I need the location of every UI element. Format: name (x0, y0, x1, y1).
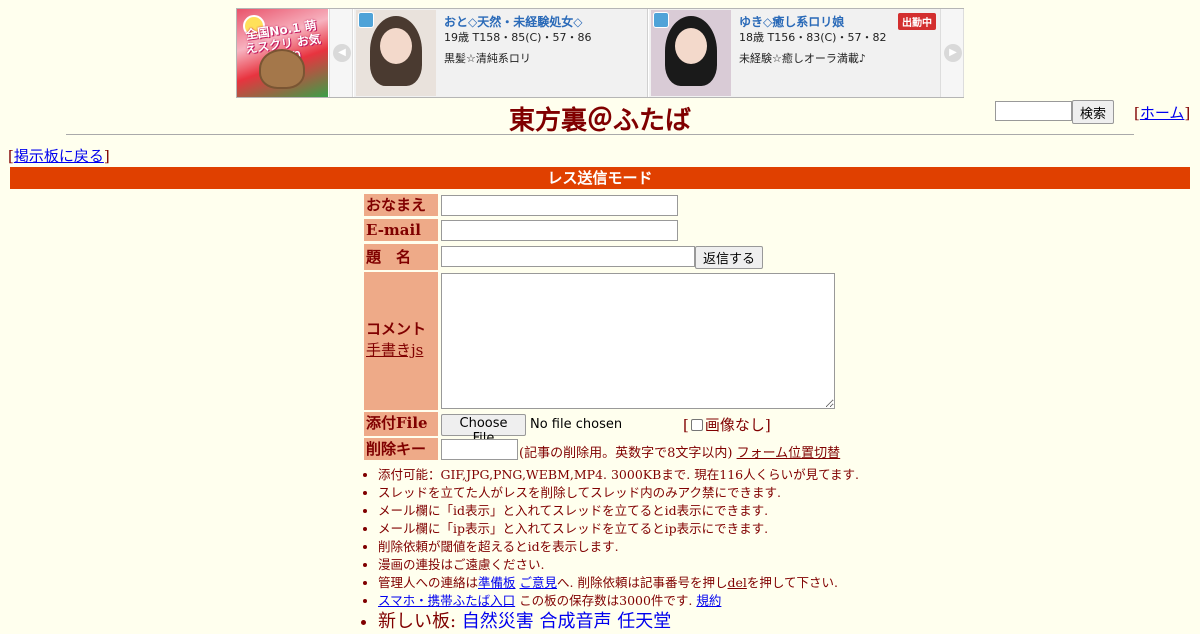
del-link[interactable]: del (727, 575, 746, 590)
comment-label: コメント (366, 320, 427, 338)
note-text: この板の保存数は3000件です. (515, 593, 697, 608)
form-position-toggle-link[interactable]: フォーム位置切替 (737, 446, 841, 461)
home-link[interactable]: ホーム (1140, 104, 1185, 122)
list-item: メール欄に「ip表示」と入れてスレッドを立てるとip表示にできます. (378, 520, 859, 538)
ad-card[interactable]: ゆき◇癒し系ロリ娘 出勤中 18歳 T156・83(C)・57・82 未経験☆癒… (649, 9, 943, 97)
list-item: メール欄に「id表示」と入れてスレッドを立てるとid表示にできます. (378, 502, 859, 520)
comment-textarea[interactable] (441, 273, 835, 409)
list-item: スマホ・携帯ふたば入口 この板の保存数は3000件です. 規約 (378, 592, 859, 610)
handwrite-js-link[interactable]: 手書きjs (366, 341, 423, 359)
list-item: 漫画の連投はご遠慮ください. (378, 556, 859, 574)
banner-prev-button[interactable]: ◀ (329, 9, 353, 97)
ad-banner[interactable]: 全国No.1 萌えスクリ お気に入り ◀ おと◇天然・未経験処女◇ 19歳 T1… (236, 8, 964, 98)
list-item: 添付可能：GIF,JPG,PNG,WEBM,MP4. 3000KBまで. 現在1… (378, 466, 859, 484)
no-image-checkbox[interactable] (690, 419, 703, 431)
board-link-nintendo[interactable]: 任天堂 (617, 611, 671, 632)
search-input[interactable] (995, 101, 1072, 121)
comment-label-cell: コメント 手書きjs (364, 272, 438, 410)
teddy-bear-icon (259, 49, 305, 89)
subject-field[interactable] (441, 246, 695, 267)
list-item: スレッドを立てた人がレスを削除してスレッド内のみアク禁にできます. (378, 484, 859, 502)
delete-key-field[interactable] (441, 439, 518, 460)
feedback-link[interactable]: ご意見 (520, 575, 558, 590)
file-label: 添付File (364, 412, 438, 436)
divider (66, 134, 1134, 135)
name-label: おなまえ (364, 194, 438, 216)
no-image-label[interactable]: 画像なし] (705, 416, 771, 434)
board-link-disaster[interactable]: 自然災害 (462, 611, 534, 632)
ad-stats: 19歳 T158・85(C)・57・86 (444, 31, 592, 44)
bracket-close: ] (103, 147, 110, 165)
prep-board-link[interactable]: 準備板 (478, 575, 516, 590)
list-item: 削除依頼が閾値を超えるとidを表示します. (378, 538, 859, 556)
note-text: へ. 削除依頼は記事番号を押し (557, 575, 728, 590)
email-label: E-mail (364, 219, 438, 241)
home-link-group: [ホーム] (1134, 102, 1190, 123)
ad-photo[interactable] (651, 10, 731, 96)
subject-label: 題 名 (364, 244, 438, 270)
corner-icon (653, 12, 669, 28)
email-field[interactable] (441, 220, 678, 241)
reply-mode-banner: レス送信モード (10, 167, 1190, 189)
face-shape (675, 28, 707, 64)
name-field[interactable] (441, 195, 678, 216)
face-shape (380, 28, 412, 64)
corner-icon (358, 12, 374, 28)
mobile-entrance-link[interactable]: スマホ・携帯ふたば入口 (378, 593, 515, 608)
banner-next-button[interactable]: ▶ (940, 9, 964, 97)
posting-rules-list: 添付可能：GIF,JPG,PNG,WEBM,MP4. 3000KBまで. 現在1… (360, 466, 859, 632)
choose-file-button[interactable]: Choose File (441, 414, 526, 446)
terms-link[interactable]: 規約 (696, 593, 721, 608)
chevron-right-icon: ▶ (944, 44, 962, 62)
status-badge: 出勤中 (898, 13, 936, 30)
ad-desc: 黒髪☆清純系ロリ (444, 52, 531, 65)
note-text: 管理人への連絡は (378, 575, 479, 590)
back-link-group: [掲示板に戻る] (8, 145, 110, 166)
ad-photo[interactable] (356, 10, 436, 96)
list-item: 管理人への連絡は準備板 ご意見へ. 削除依頼は記事番号を押しdelを押して下さい… (378, 574, 859, 592)
note-text: 新しい板: (378, 611, 462, 632)
ad-name[interactable]: ゆき◇癒し系ロリ娘 (739, 13, 844, 30)
no-image-option: [ 画像なし] (683, 414, 771, 435)
ad-stats: 18歳 T156・83(C)・57・82 (739, 31, 887, 44)
delete-key-note: (記事の削除用。英数字で8文字以内) (519, 446, 733, 461)
delete-key-label: 削除キー (364, 438, 438, 460)
board-link-synth-voice[interactable]: 合成音声 (540, 611, 612, 632)
back-to-board-link[interactable]: 掲示板に戻る (14, 147, 104, 165)
ad-desc: 未経験☆癒しオーラ満載♪ (739, 52, 866, 65)
note-text: を押して下さい. (746, 575, 838, 590)
list-item: 新しい板: 自然災害 合成音声 任天堂 (378, 610, 859, 632)
submit-reply-button[interactable]: 返信する (695, 246, 763, 269)
bracket-open: [ (683, 416, 689, 434)
file-status: No file chosen (530, 417, 623, 432)
chevron-left-icon: ◀ (333, 44, 351, 62)
bracket-close: ] (1184, 104, 1191, 122)
ad-card[interactable]: おと◇天然・未経験処女◇ 19歳 T158・85(C)・57・86 黒髪☆清純系… (354, 9, 648, 97)
delete-key-note-group: (記事の削除用。英数字で8文字以内) フォーム位置切替 (519, 442, 840, 461)
search-button[interactable]: 検索 (1072, 100, 1114, 124)
ad-name[interactable]: おと◇天然・未経験処女◇ (444, 13, 582, 30)
ad-logo[interactable]: 全国No.1 萌えスクリ お気に入り (237, 9, 328, 97)
